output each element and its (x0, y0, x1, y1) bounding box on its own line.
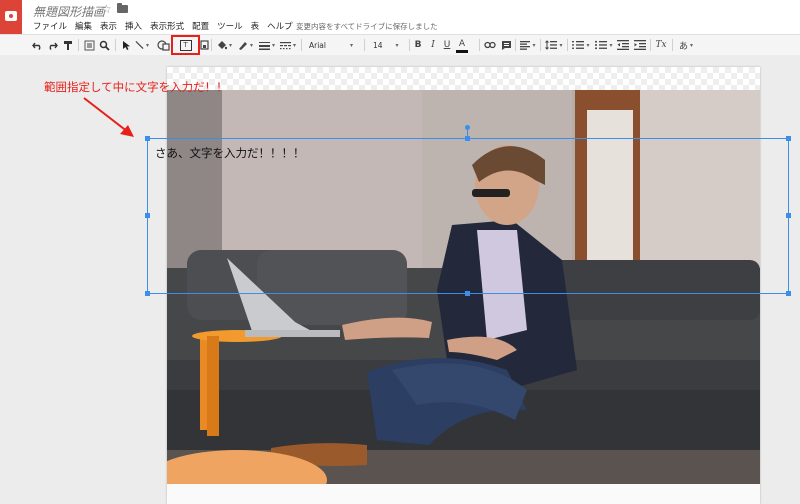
resize-handle-bottom-right[interactable] (786, 291, 791, 296)
text-box-content[interactable]: さあ、文字を入力だ！！！！ (155, 145, 305, 161)
menu-view[interactable]: 表示 (100, 20, 117, 32)
border-color-icon[interactable]: ▾ (236, 37, 254, 53)
align-icon[interactable]: ▾ (519, 37, 537, 53)
resize-handle-top[interactable] (465, 136, 470, 141)
resize-handle-left[interactable] (145, 213, 150, 218)
clear-formatting-button[interactable]: Tx (654, 37, 668, 53)
undo-icon[interactable] (31, 37, 43, 53)
bold-button[interactable]: B (413, 37, 423, 53)
font-size-value: 14 (373, 40, 383, 50)
increase-indent-icon[interactable] (634, 37, 646, 53)
paint-format-icon[interactable] (62, 37, 74, 53)
menu-arrange[interactable]: 配置 (192, 20, 209, 32)
page-bottom-margin (167, 484, 760, 504)
resize-handle-bottom-left[interactable] (145, 291, 150, 296)
transparent-area (167, 67, 760, 90)
border-weight-icon[interactable]: ▾ (258, 37, 276, 53)
redo-icon[interactable] (46, 37, 58, 53)
resize-handle-bottom[interactable] (465, 291, 470, 296)
italic-button[interactable]: I (428, 37, 438, 53)
toolbar: ▾ T ▾ ▾ ▾ ▾ Arial ▾ 14 ▾ B I U A ▾ ▾ ▾ ▾… (0, 34, 800, 56)
fill-color-icon[interactable]: ▾ (215, 37, 233, 53)
star-icon[interactable]: ☆ (101, 2, 112, 16)
font-family-value: Arial (309, 40, 326, 50)
input-tools-label: あ (678, 41, 688, 52)
menu-file[interactable]: ファイル (33, 20, 67, 32)
resize-handle-top-right[interactable] (786, 136, 791, 141)
font-family-select[interactable]: Arial ▾ (309, 37, 359, 53)
text-box-button[interactable]: T (171, 35, 200, 55)
image-tool-icon[interactable] (199, 37, 209, 53)
menu-insert[interactable]: 挿入 (125, 20, 142, 32)
menu-tools[interactable]: ツール (217, 20, 243, 32)
line-spacing-icon[interactable]: ▾ (544, 37, 564, 53)
line-tool-icon[interactable]: ▾ (135, 37, 149, 53)
menu-bar: ファイル 編集 表示 挿入 表示形式 配置 ツール 表 ヘルプ (33, 19, 301, 33)
annotation-text: 範囲指定して中に文字を入力だ！！ (44, 80, 228, 94)
selected-text-box[interactable] (147, 138, 789, 294)
folder-icon[interactable] (117, 3, 128, 13)
menu-format[interactable]: 表示形式 (150, 20, 184, 32)
link-icon[interactable] (484, 37, 496, 53)
rotation-handle[interactable] (465, 125, 470, 130)
select-cursor-icon[interactable] (120, 37, 132, 53)
document-title[interactable]: 無題図形描画 (33, 3, 105, 20)
text-box-icon: T (179, 39, 192, 51)
menu-edit[interactable]: 編集 (75, 20, 92, 32)
border-dash-icon[interactable]: ▾ (279, 37, 297, 53)
app-header: 無題図形描画 ☆ ファイル 編集 表示 挿入 表示形式 配置 ツール 表 ヘルプ… (0, 0, 800, 34)
resize-handle-top-left[interactable] (145, 136, 150, 141)
font-size-select[interactable]: 14 ▾ (373, 37, 405, 53)
menu-table[interactable]: 表 (251, 20, 260, 32)
comment-icon[interactable] (500, 37, 512, 53)
underline-button[interactable]: U (442, 37, 452, 53)
zoom-icon[interactable] (98, 37, 110, 53)
shape-tool-icon[interactable] (153, 37, 173, 53)
save-status: 変更内容をすべてドライブに保存しました (296, 22, 438, 31)
menu-help[interactable]: ヘルプ (267, 20, 293, 32)
fit-zoom-icon[interactable] (83, 37, 95, 53)
input-tools-button[interactable]: あ ▾ (676, 37, 696, 53)
bulleted-list-icon[interactable]: ▾ (595, 37, 613, 53)
numbered-list-icon[interactable]: ▾ (571, 37, 591, 53)
annotation-arrow-icon (83, 97, 134, 137)
decrease-indent-icon[interactable] (617, 37, 629, 53)
resize-handle-right[interactable] (786, 213, 791, 218)
text-color-button[interactable]: A (456, 37, 468, 53)
drawings-logo-icon[interactable] (0, 0, 22, 34)
